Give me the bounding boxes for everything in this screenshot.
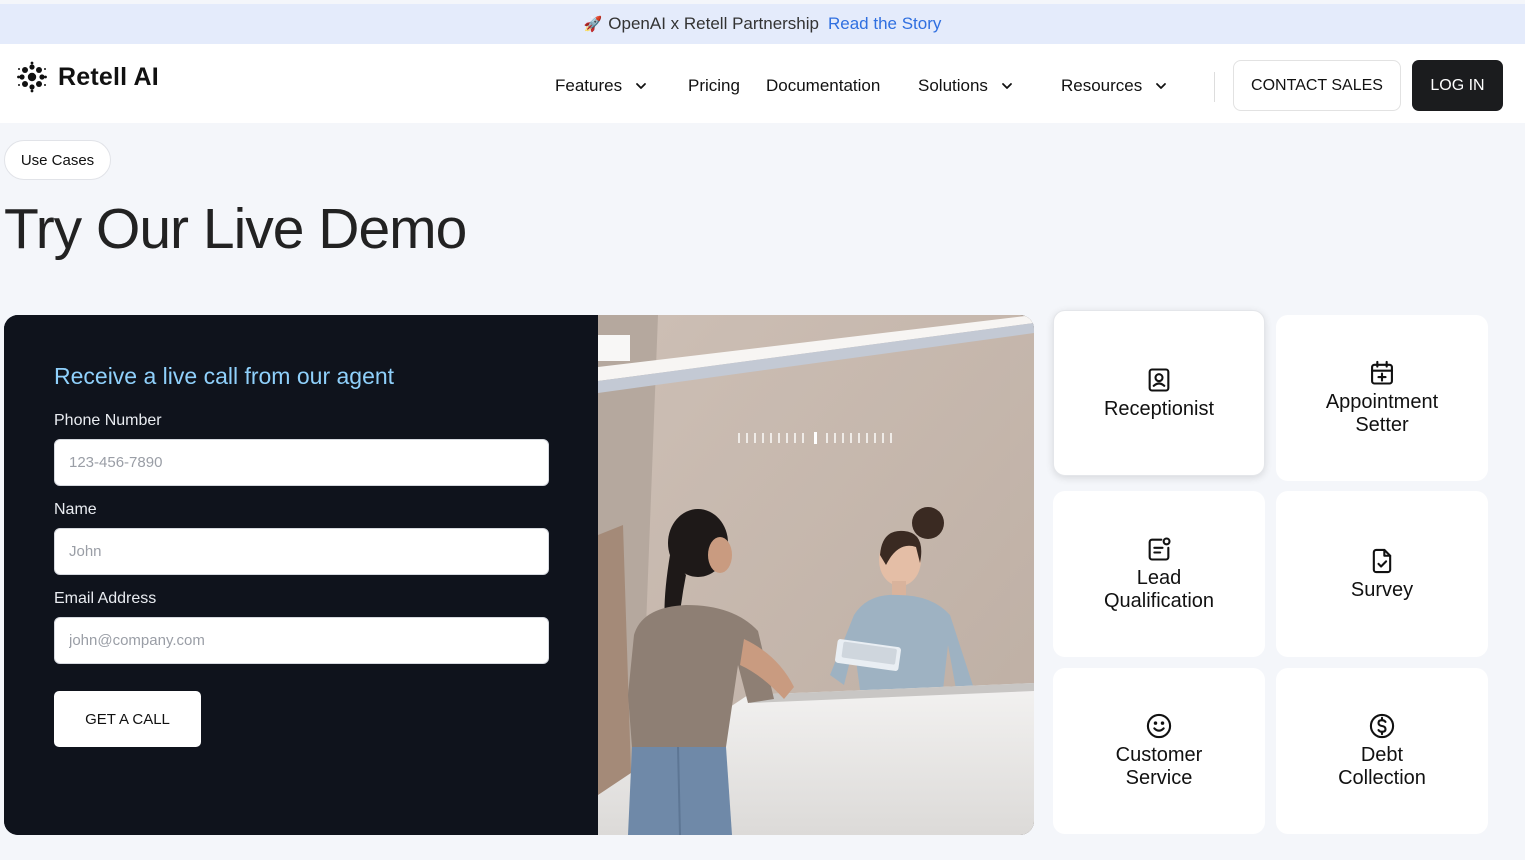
contact-sales-button[interactable]: CONTACT SALES: [1233, 60, 1401, 111]
receptionist-photo: [598, 315, 1034, 835]
phone-input[interactable]: [54, 439, 549, 486]
file-check-icon: [1372, 548, 1392, 573]
smiley-icon: [1146, 713, 1172, 739]
nav-solutions[interactable]: Solutions: [918, 75, 1014, 97]
get-call-button[interactable]: GET A CALL: [54, 691, 201, 747]
announcement-bar: 🚀 OpenAI x Retell Partnership Read the S…: [0, 4, 1525, 44]
nav-resources[interactable]: Resources: [1061, 75, 1168, 97]
chevron-down-icon: [636, 83, 646, 89]
use-case-label: Receptionist: [1103, 397, 1215, 420]
dollar-circle-icon: [1369, 713, 1395, 739]
email-label: Email Address: [54, 590, 157, 607]
name-input[interactable]: [54, 528, 549, 575]
retell-logo-icon: [17, 61, 47, 93]
chevron-down-icon: [1002, 83, 1012, 89]
nav-documentation[interactable]: Documentation: [766, 75, 880, 97]
chevron-down-icon: [1156, 83, 1167, 89]
use-case-survey[interactable]: Survey: [1276, 491, 1488, 657]
login-button[interactable]: LOG IN: [1412, 60, 1503, 111]
use-case-label: Debt Collection: [1338, 744, 1426, 789]
use-case-label: Survey: [1350, 578, 1414, 601]
nav-documentation-label: Documentation: [766, 76, 881, 95]
use-case-appointment-setter[interactable]: Appointment Setter: [1276, 315, 1488, 481]
use-case-debt-collection[interactable]: Debt Collection: [1276, 668, 1488, 834]
rocket-icon: 🚀: [583, 16, 603, 33]
name-label: Name: [54, 501, 97, 518]
use-case-lead-qualification[interactable]: Lead Qualification: [1053, 491, 1265, 657]
navbar: Retell AI Features Pricing Documentation…: [0, 44, 1525, 123]
call-form: Receive a live call from our agent Phone…: [4, 315, 598, 835]
nav-features-label: Features: [555, 76, 623, 95]
nav-resources-label: Resources: [1061, 76, 1143, 95]
receptionist-photo-illustration: [598, 315, 1034, 835]
receptionist-icon: [1148, 367, 1170, 392]
form-title: Receive a live call from our agent: [54, 363, 395, 389]
nav-solutions-label: Solutions: [918, 76, 988, 95]
use-cases-pill: Use Cases: [4, 140, 111, 180]
nav-pricing[interactable]: Pricing: [688, 75, 740, 97]
demo-card: Receive a live call from our agent Phone…: [4, 315, 1034, 835]
lead-icon: [1148, 537, 1171, 561]
use-case-label: Lead Qualification: [1103, 567, 1215, 612]
read-story-link[interactable]: Read the Story: [828, 14, 941, 34]
nav-features[interactable]: Features: [555, 75, 648, 97]
nav-pricing-label: Pricing: [688, 76, 740, 95]
phone-label: Phone Number: [54, 412, 162, 429]
page-title: Try Our Live Demo: [4, 197, 467, 261]
use-case-label: Customer Service: [1115, 744, 1203, 789]
nav-divider: [1214, 72, 1215, 102]
calendar-plus-icon: [1371, 360, 1393, 385]
logo[interactable]: Retell AI: [16, 61, 159, 93]
use-case-receptionist[interactable]: Receptionist: [1053, 310, 1265, 476]
email-input[interactable]: [54, 617, 549, 664]
use-case-label: Appointment Setter: [1325, 391, 1439, 436]
use-case-customer-service[interactable]: Customer Service: [1053, 668, 1265, 834]
announcement-text: OpenAI x Retell Partnership: [608, 14, 819, 33]
brand-name: Retell AI: [58, 62, 159, 91]
